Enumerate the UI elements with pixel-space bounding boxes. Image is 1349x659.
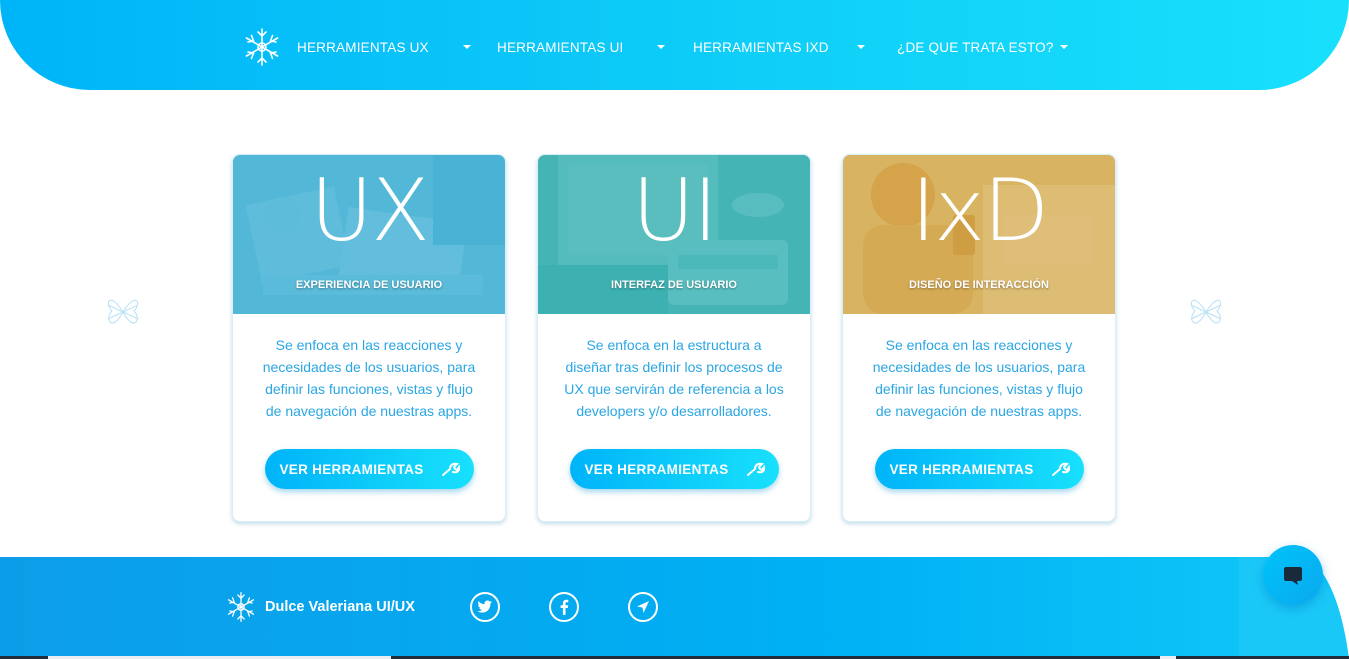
butterfly-icon xyxy=(107,299,139,324)
chevron-down-icon xyxy=(1059,45,1068,49)
chevron-down-icon xyxy=(463,45,471,49)
card-subtitle-ui: INTERFAZ DE USUARIO xyxy=(611,279,737,291)
page: HERRAMIENTAS UX HERRAMIENTAS UI HERRAMIE… xyxy=(0,0,1349,659)
footer xyxy=(0,557,1349,659)
facebook-link[interactable] xyxy=(549,592,579,622)
button-label: VER HERRAMIENTAS xyxy=(279,461,424,477)
card-title-ixd: IxD xyxy=(910,161,1049,261)
snowflake-logo-icon[interactable] xyxy=(242,27,282,67)
snowflake-logo-icon xyxy=(227,591,255,623)
wrench-icon xyxy=(441,462,460,476)
nav-de-que-trata[interactable]: ¿DE QUE TRATA ESTO? xyxy=(897,40,1068,55)
card-image-ui: UI INTERFAZ DE USUARIO xyxy=(538,155,810,314)
chat-bubble-icon xyxy=(1284,567,1302,585)
butterfly-icon xyxy=(1190,299,1222,324)
chevron-down-icon xyxy=(657,45,665,49)
nav-label-ui: HERRAMIENTAS UI xyxy=(497,39,624,55)
card-image-ixd: IxD DISEÑO DE INTERACCIÓN xyxy=(843,155,1115,314)
card-subtitle-ux: EXPERIENCIA DE USUARIO xyxy=(295,279,443,291)
card-image-ux: UX EXPERIENCIA DE USUARIO xyxy=(233,155,505,314)
footer-brand[interactable]: Dulce Valeriana UI/UX xyxy=(225,591,415,623)
twitter-icon xyxy=(477,600,492,613)
nav-herramientas-ux[interactable]: HERRAMIENTAS UX xyxy=(297,40,497,55)
card-description-ixd: Se enfoca en las reacciones y necesidade… xyxy=(872,337,1086,419)
footer-brand-name: Dulce Valeriana UI/UX xyxy=(265,599,415,615)
nav-herramientas-ui[interactable]: HERRAMIENTAS UI xyxy=(497,40,693,55)
cards-row: UX EXPERIENCIA DE USUARIO Se enfoca en l… xyxy=(232,154,1116,522)
location-link[interactable] xyxy=(628,592,658,622)
chevron-down-icon xyxy=(857,45,865,49)
nav-label-ux: HERRAMIENTAS UX xyxy=(297,39,429,55)
nav-label-about: ¿DE QUE TRATA ESTO? xyxy=(897,39,1054,55)
button-label: VER HERRAMIENTAS xyxy=(584,461,729,477)
card-description-ux: Se enfoca en las reacciones y necesidade… xyxy=(262,337,476,419)
facebook-icon xyxy=(560,599,569,615)
nav-herramientas-ixd[interactable]: HERRAMIENTAS IXD xyxy=(693,40,897,55)
card-title-ui: UI xyxy=(631,161,718,261)
card-title-ux: UX xyxy=(310,161,430,261)
ver-herramientas-ixd-button[interactable]: VER HERRAMIENTAS xyxy=(875,449,1084,489)
wrench-icon xyxy=(746,462,765,476)
card-ux: UX EXPERIENCIA DE USUARIO Se enfoca en l… xyxy=(232,154,506,522)
card-subtitle-ixd: DISEÑO DE INTERACCIÓN xyxy=(909,279,1049,291)
nav-label-ixd: HERRAMIENTAS IXD xyxy=(693,39,829,55)
location-arrow-icon xyxy=(637,601,649,613)
card-description-ui: Se enfoca en la estructura a diseñar tra… xyxy=(564,337,784,419)
card-ixd: IxD DISEÑO DE INTERACCIÓN Se enfoca en l… xyxy=(842,154,1116,522)
card-ui: UI INTERFAZ DE USUARIO Se enfoca en la e… xyxy=(537,154,811,522)
ver-herramientas-ux-button[interactable]: VER HERRAMIENTAS xyxy=(265,449,474,489)
wrench-icon xyxy=(1051,462,1070,476)
button-label: VER HERRAMIENTAS xyxy=(889,461,1034,477)
ver-herramientas-ui-button[interactable]: VER HERRAMIENTAS xyxy=(570,449,779,489)
main-nav: HERRAMIENTAS UX HERRAMIENTAS UI HERRAMIE… xyxy=(242,28,1068,66)
chat-button[interactable] xyxy=(1263,545,1323,605)
twitter-link[interactable] xyxy=(470,592,500,622)
